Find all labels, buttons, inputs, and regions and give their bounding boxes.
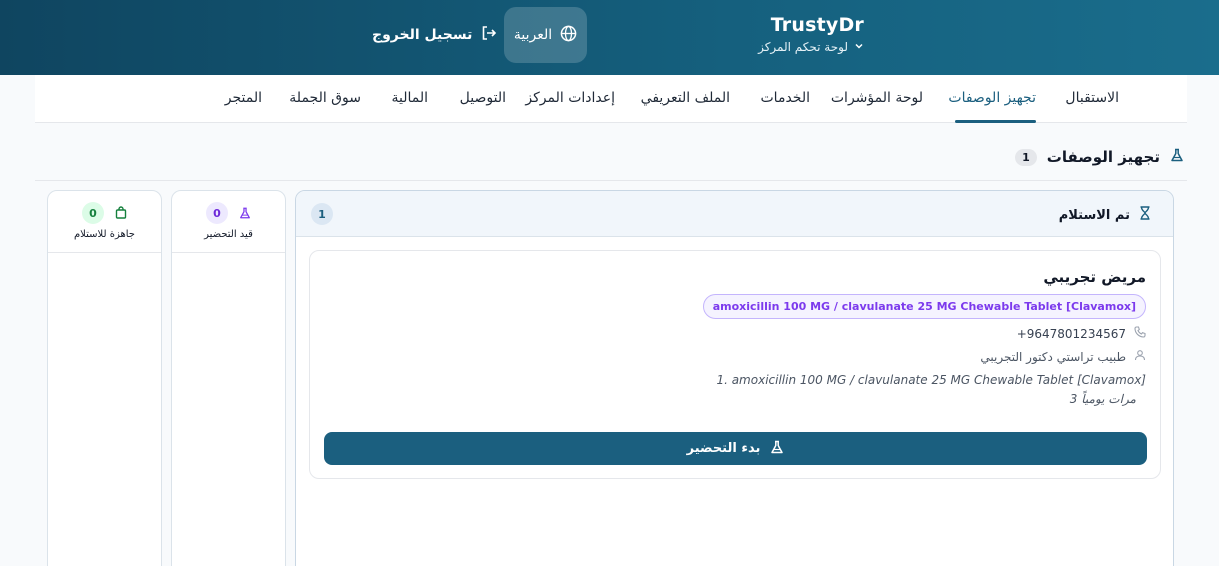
section-divider bbox=[35, 180, 1187, 181]
column-ready: 0 جاهزة للاستلام bbox=[47, 190, 162, 566]
flask-icon bbox=[770, 440, 784, 458]
column-received-title-group: تم الاستلام bbox=[1059, 206, 1151, 224]
column-received-count: 1 bbox=[311, 203, 333, 225]
tab-services[interactable]: الخدمات bbox=[761, 90, 811, 106]
column-ready-header: 0 جاهزة للاستلام bbox=[48, 191, 161, 253]
section-count-badge: 1 bbox=[1015, 148, 1037, 166]
tab-profile[interactable]: الملف التعريفي bbox=[641, 90, 730, 106]
patient-name: مريض تجريبي bbox=[1043, 268, 1146, 286]
language-label: العربية bbox=[513, 27, 553, 43]
tab-delivery[interactable]: التوصيل bbox=[460, 90, 506, 106]
start-preparation-label: بدء التحضير bbox=[686, 441, 761, 456]
section-heading: 1 تجهيز الوصفات bbox=[1015, 148, 1184, 166]
brand-block: TrustyDr لوحة تحكم المركز bbox=[758, 14, 864, 54]
column-ready-count: 0 bbox=[82, 202, 104, 224]
chevron-down-icon bbox=[854, 41, 864, 54]
column-ready-title: جاهزة للاستلام bbox=[73, 229, 135, 240]
active-tab-indicator bbox=[955, 120, 1036, 123]
column-preparing: 0 قيد التحضير bbox=[171, 190, 286, 566]
user-icon bbox=[1134, 349, 1146, 364]
flask-icon bbox=[239, 204, 251, 223]
top-header: TrustyDr لوحة تحكم المركز العربية تسجيل … bbox=[0, 0, 1219, 75]
column-preparing-header: 0 قيد التحضير bbox=[172, 191, 285, 253]
column-received-title: تم الاستلام bbox=[1058, 207, 1130, 223]
logout-icon bbox=[481, 25, 497, 45]
globe-icon bbox=[560, 25, 577, 46]
brand-title: TrustyDr bbox=[770, 14, 864, 36]
patient-phone: +9647801234567 bbox=[1016, 326, 1126, 341]
section-title: تجهيز الوصفات bbox=[1046, 148, 1160, 166]
prescription-card[interactable]: مريض تجريبي amoxicillin 100 MG / clavula… bbox=[309, 250, 1161, 479]
column-preparing-title: قيد التحضير bbox=[204, 229, 253, 240]
center-dashboard-label: لوحة تحكم المركز bbox=[758, 40, 848, 54]
tab-dashboard[interactable]: لوحة المؤشرات bbox=[831, 90, 923, 106]
main-nav: الاستقبال تجهيز الوصفات لوحة المؤشرات ال… bbox=[35, 75, 1187, 123]
doctor-name: طبيب تراستي دكتور التجريبي bbox=[980, 349, 1126, 364]
phone-icon bbox=[1134, 326, 1146, 341]
tab-wholesale-market[interactable]: سوق الجملة bbox=[289, 90, 361, 106]
column-preparing-count: 0 bbox=[206, 202, 228, 224]
logout-button[interactable]: تسجيل الخروج bbox=[372, 23, 497, 47]
start-preparation-button[interactable]: بدء التحضير bbox=[324, 432, 1147, 465]
patient-phone-row: +9647801234567 bbox=[1017, 326, 1146, 341]
tab-prescription-prep[interactable]: تجهيز الوصفات bbox=[948, 90, 1036, 106]
tab-finance[interactable]: المالية bbox=[391, 90, 428, 106]
tab-center-settings[interactable]: إعدادات المركز bbox=[525, 90, 615, 106]
language-button[interactable]: العربية bbox=[504, 7, 587, 63]
tab-reception[interactable]: الاستقبال bbox=[1065, 90, 1119, 106]
tab-store[interactable]: المتجر bbox=[225, 90, 262, 106]
doctor-row: طبيب تراستي دكتور التجريبي bbox=[980, 349, 1146, 364]
shopping-bag-icon bbox=[115, 204, 127, 223]
prescription-line: 1. amoxicillin 100 MG / clavulanate 25 M… bbox=[716, 373, 1146, 387]
drug-badge: amoxicillin 100 MG / clavulanate 25 MG C… bbox=[702, 294, 1146, 319]
column-received-header: تم الاستلام 1 bbox=[296, 191, 1173, 237]
prescription-frequency: 3 مرات يومياً bbox=[1069, 392, 1136, 406]
flask-icon bbox=[1170, 148, 1184, 166]
column-received: تم الاستلام 1 مريض تجريبي amoxicillin 10… bbox=[295, 190, 1174, 566]
hourglass-icon bbox=[1139, 206, 1151, 224]
center-dashboard-dropdown[interactable]: لوحة تحكم المركز bbox=[758, 40, 864, 54]
logout-label: تسجيل الخروج bbox=[372, 27, 473, 43]
